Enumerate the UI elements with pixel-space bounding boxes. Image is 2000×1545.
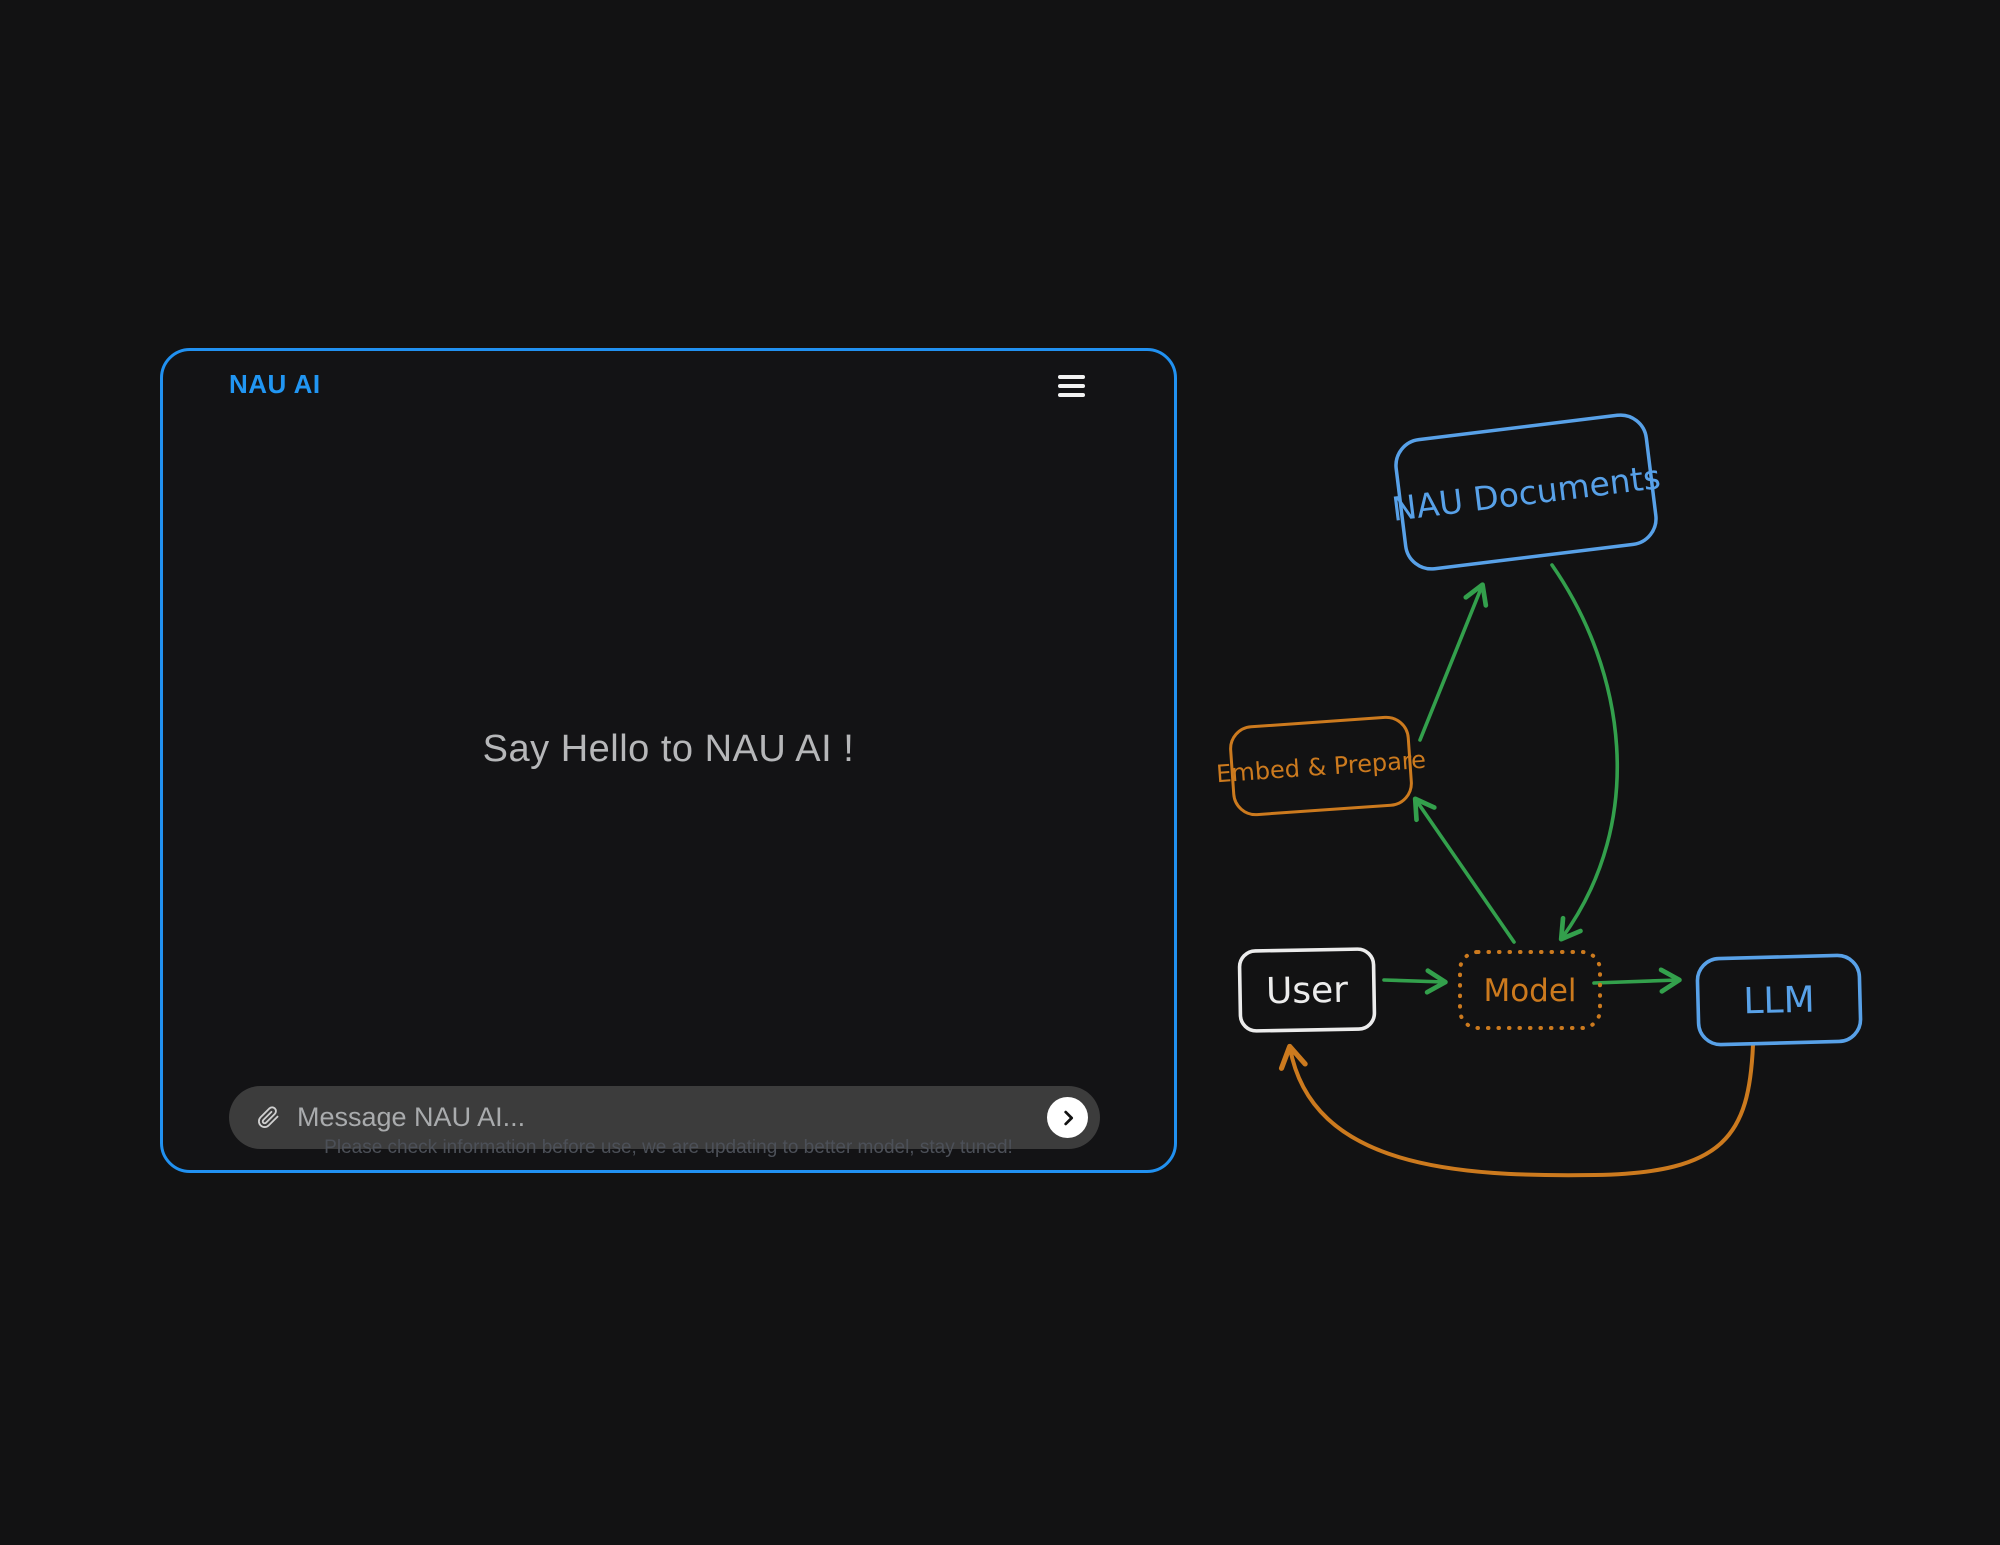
edge-llm-to-user — [1290, 1045, 1753, 1175]
menu-bar — [1058, 384, 1085, 388]
empty-state-greeting: Say Hello to NAU AI ! — [163, 728, 1174, 771]
send-button[interactable] — [1047, 1097, 1088, 1138]
node-nau-documents: NAU Documents — [1384, 411, 1668, 573]
screen: NAU AI Say Hello to NAU AI ! Please chec… — [0, 0, 2000, 1545]
chevron-right-icon — [1057, 1107, 1079, 1129]
edge-model-to-embed-prepare — [1416, 800, 1514, 942]
edge-user-to-model — [1384, 980, 1444, 982]
node-label: Embed & Prepare — [1215, 746, 1426, 789]
architecture-diagram: NAU Documents Embed & Prepare User Model… — [1200, 380, 1900, 1200]
node-embed-prepare: Embed & Prepare — [1213, 715, 1429, 817]
edge-nau-documents-to-model — [1552, 565, 1617, 938]
paperclip-icon[interactable] — [249, 1099, 287, 1137]
node-label: Model — [1483, 973, 1576, 1009]
node-label: User — [1266, 970, 1349, 1012]
edge-embed-prepare-to-nau-documents — [1420, 586, 1482, 740]
menu-bar — [1058, 393, 1085, 397]
message-input[interactable] — [287, 1102, 1047, 1133]
app-title: NAU AI — [229, 369, 321, 400]
node-user: User — [1239, 949, 1374, 1031]
hamburger-menu-icon[interactable] — [1058, 373, 1088, 399]
chat-window: NAU AI Say Hello to NAU AI ! Please chec… — [160, 348, 1177, 1173]
menu-bar — [1058, 375, 1085, 379]
node-model: Model — [1460, 952, 1600, 1028]
node-llm: LLM — [1697, 955, 1861, 1045]
node-label: LLM — [1743, 980, 1815, 1023]
edge-model-to-llm — [1594, 980, 1678, 983]
disclaimer-text: Please check information before use, we … — [163, 1137, 1174, 1159]
node-label: NAU Documents — [1390, 457, 1663, 529]
